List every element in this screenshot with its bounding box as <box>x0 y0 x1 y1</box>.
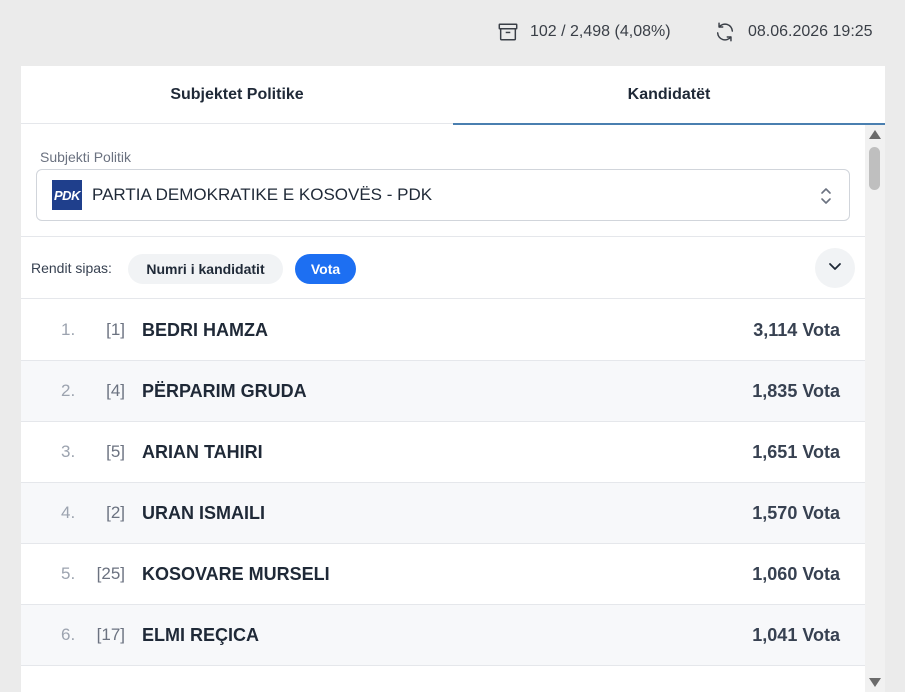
tab-candidates[interactable]: Kandidatët <box>453 66 885 125</box>
candidate-votes: 1,651 Vota <box>752 442 840 462</box>
candidate-votes: 1,060 Vota <box>752 564 840 584</box>
scroll-down-arrow[interactable] <box>869 678 881 687</box>
stations-count-text: 102 / 2,498 (4,08%) <box>530 23 671 40</box>
candidate-rank: 6. <box>61 625 76 644</box>
chevron-up-down-icon <box>820 186 832 206</box>
scrollbar-thumb[interactable] <box>869 147 880 190</box>
candidate-list: 1. [1] BEDRI HAMZA 3,114 Vota 2. [4] PËR… <box>21 300 865 666</box>
candidate-name: PËRPARIM GRUDA <box>142 381 307 401</box>
candidate-rank: 3. <box>61 442 76 461</box>
candidate-name: KOSOVARE MURSELI <box>142 564 330 584</box>
candidate-number: [25] <box>96 564 125 583</box>
candidate-votes: 3,114 Vota <box>753 320 840 340</box>
candidate-name: ARIAN TAHIRI <box>142 442 263 462</box>
candidate-row[interactable]: 3. [5] ARIAN TAHIRI 1,651 Vota <box>21 422 865 483</box>
candidate-number: [17] <box>96 625 125 644</box>
candidate-votes: 1,570 Vota <box>752 503 840 523</box>
candidate-number: [1] <box>106 320 125 339</box>
last-updated: 08.06.2026 19:25 <box>714 21 873 43</box>
party-logo: PDK <box>52 180 82 210</box>
candidate-number: [4] <box>106 381 125 400</box>
candidate-name: BEDRI HAMZA <box>142 320 268 340</box>
sort-bar: Rendit sipas: Numri i kandidatit Vota <box>21 237 865 299</box>
last-updated-text: 08.06.2026 19:25 <box>748 23 873 40</box>
scroll-up-arrow[interactable] <box>869 130 881 139</box>
stations-count: 102 / 2,498 (4,08%) <box>497 21 671 43</box>
candidate-row[interactable]: 1. [1] BEDRI HAMZA 3,114 Vota <box>21 300 865 361</box>
refresh-icon[interactable] <box>714 21 736 43</box>
candidate-rank: 1. <box>61 320 76 339</box>
candidate-row[interactable]: 6. [17] ELMI REÇICA 1,041 Vota <box>21 605 865 666</box>
candidate-rank: 2. <box>61 381 76 400</box>
candidate-number: [2] <box>106 503 125 522</box>
status-bar: 102 / 2,498 (4,08%) 08.06.2026 19:25 <box>0 0 905 66</box>
results-card: Subjektet Politike Kandidatët Subjekti P… <box>21 66 885 692</box>
candidate-name: ELMI REÇICA <box>142 625 259 645</box>
candidate-rank: 4. <box>61 503 76 522</box>
scrollbar[interactable] <box>865 125 885 692</box>
candidate-number: [5] <box>106 442 125 461</box>
party-select-value: PARTIA DEMOKRATIKE E KOSOVËS - PDK <box>92 185 433 204</box>
candidate-name: URAN ISMAILI <box>142 503 265 523</box>
candidate-rank: 5. <box>61 564 76 583</box>
candidate-votes: 1,835 Vota <box>752 381 840 401</box>
sort-by-votes-button[interactable]: Vota <box>295 254 356 284</box>
tab-bar: Subjektet Politike Kandidatët <box>21 66 885 125</box>
candidate-row[interactable]: 5. [25] KOSOVARE MURSELI 1,060 Vota <box>21 544 865 605</box>
candidate-row[interactable]: 2. [4] PËRPARIM GRUDA 1,835 Vota <box>21 361 865 422</box>
sort-label: Rendit sipas: <box>31 260 112 276</box>
candidate-votes: 1,041 Vota <box>752 625 840 645</box>
candidate-row[interactable]: 4. [2] URAN ISMAILI 1,570 Vota <box>21 483 865 544</box>
party-field-label: Subjekti Politik <box>40 149 132 165</box>
candidates-panel: Subjekti Politik PDK PARTIA DEMOKRATIKE … <box>21 125 865 692</box>
party-select[interactable]: PDK PARTIA DEMOKRATIKE E KOSOVËS - PDK <box>36 169 850 221</box>
tab-political-subjects[interactable]: Subjektet Politike <box>21 66 453 124</box>
chevron-down-icon <box>827 258 843 279</box>
party-filter: Subjekti Politik PDK PARTIA DEMOKRATIKE … <box>21 125 865 237</box>
expand-button[interactable] <box>815 248 855 288</box>
archive-box-icon <box>497 21 519 43</box>
sort-by-number-button[interactable]: Numri i kandidatit <box>128 254 283 284</box>
